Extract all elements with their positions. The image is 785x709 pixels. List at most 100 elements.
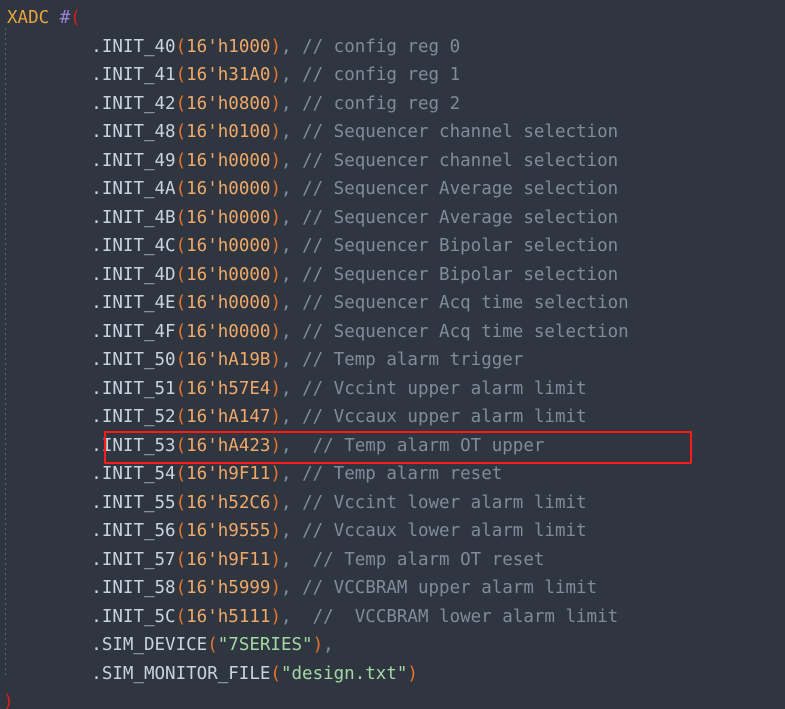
close-paren: ) — [270, 464, 281, 484]
parameter-name: .INIT_51 — [91, 378, 176, 399]
numeric-literal: 16'h0800 — [186, 93, 271, 114]
numeric-literal: 16'h0000 — [186, 264, 271, 285]
code-line: .INIT_49(16'h0000), // Sequencer channel… — [0, 147, 785, 176]
spacing — [292, 65, 303, 85]
parameter-name: .INIT_5C — [91, 606, 176, 627]
code-line: .INIT_58(16'h5999), // VCCBRAM upper ala… — [0, 574, 785, 603]
code-line: .INIT_4E(16'h0000), // Sequencer Acq tim… — [0, 289, 785, 318]
spacing — [292, 208, 303, 228]
numeric-literal: 16'h57E4 — [186, 378, 271, 399]
comma: , — [280, 378, 292, 399]
comment: // VCCBRAM upper alarm limit — [302, 578, 598, 598]
parameter-name: .INIT_52 — [91, 407, 176, 427]
comment: // config reg 2 — [302, 93, 461, 114]
comma: , — [323, 635, 334, 655]
code-line: .INIT_42(16'h0800), // config reg 2 — [0, 90, 785, 119]
comment: // Vccaux lower alarm limit — [302, 521, 587, 541]
spacing — [292, 607, 313, 627]
numeric-literal: 16'h9555 — [186, 521, 271, 541]
open-paren: ( — [175, 65, 187, 85]
parameter-name: .INIT_48 — [91, 122, 176, 142]
spacing — [292, 550, 313, 570]
comma: , — [280, 122, 292, 142]
numeric-literal: 16'h5111 — [186, 606, 271, 627]
open-paren: ( — [175, 492, 187, 513]
close-paren: ) — [270, 321, 281, 342]
close-paren: ) — [270, 407, 281, 427]
close-paren: ) — [270, 150, 281, 171]
spacing — [292, 293, 303, 313]
code-line: .INIT_48(16'h0100), // Sequencer channel… — [0, 118, 785, 147]
spacing — [292, 521, 303, 541]
close-paren: ) — [270, 264, 281, 285]
code-line: .INIT_4A(16'h0000), // Sequencer Average… — [0, 175, 785, 204]
code-line: .INIT_40(16'h1000), // config reg 0 — [0, 33, 785, 62]
parameter-name: .INIT_58 — [91, 578, 176, 598]
spacing — [292, 265, 303, 285]
close-paren: ) — [270, 578, 281, 598]
comma: , — [280, 606, 292, 627]
comma: , — [280, 321, 292, 342]
code-line: .INIT_57(16'h9F11), // Temp alarm OT res… — [0, 546, 785, 575]
comment: // Sequencer Average selection — [302, 179, 619, 199]
open-paren: ( — [175, 350, 187, 370]
code-editor[interactable]: XADC #( .INIT_40(16'h1000), // config re… — [0, 0, 785, 709]
open-paren: ( — [175, 293, 187, 313]
comment: // Vccaux upper alarm limit — [302, 407, 587, 427]
parameter-name: .SIM_MONITOR_FILE — [91, 663, 271, 684]
comma: , — [280, 150, 292, 171]
close-paren: ) — [270, 521, 281, 541]
open-paren: ( — [175, 606, 187, 627]
numeric-literal: 16'h5999 — [186, 578, 271, 598]
parameter-name: .INIT_4A — [91, 179, 176, 199]
open-paren: ( — [270, 663, 281, 684]
module-name: XADC — [7, 8, 50, 28]
comma: , — [280, 407, 292, 427]
parameter-name: .INIT_57 — [91, 549, 176, 570]
close-paren: ) — [270, 207, 281, 228]
open-paren: ( — [175, 578, 187, 598]
parameter-name: .INIT_4B — [91, 207, 176, 228]
open-paren: ( — [175, 122, 187, 142]
comment: // Temp alarm reset — [302, 464, 503, 484]
parameter-name: .INIT_4E — [91, 293, 176, 313]
string-literal: "7SERIES" — [217, 635, 313, 655]
numeric-literal: 16'h9F11 — [186, 549, 271, 570]
close-paren: ) — [270, 350, 281, 370]
comment: // Vccint upper alarm limit — [302, 378, 587, 399]
open-paren-token: ( — [70, 8, 81, 28]
code-line: .SIM_DEVICE("7SERIES"), — [0, 631, 785, 660]
open-paren: ( — [175, 236, 187, 256]
spacing — [292, 179, 303, 199]
spacing — [292, 436, 313, 456]
comma: , — [280, 179, 292, 199]
numeric-literal: 16'hA423 — [186, 435, 271, 456]
comment: // config reg 1 — [302, 65, 461, 85]
code-line: .INIT_53(16'hA423), // Temp alarm OT upp… — [0, 432, 785, 461]
code-line: .INIT_4C(16'h0000), // Sequencer Bipolar… — [0, 232, 785, 261]
numeric-literal: 16'hA19B — [186, 350, 271, 370]
comment: // Sequencer Bipolar selection — [302, 236, 619, 256]
comment: // Sequencer Bipolar selection — [302, 264, 619, 285]
parameter-name: .INIT_4D — [91, 264, 176, 285]
spacing — [292, 379, 303, 399]
parameter-name: .INIT_50 — [91, 350, 176, 370]
comma: , — [280, 36, 292, 57]
numeric-literal: 16'h0000 — [186, 236, 271, 256]
parameter-name: .INIT_40 — [91, 36, 176, 57]
parameter-name: .INIT_49 — [91, 150, 176, 171]
spacing — [292, 464, 303, 484]
comma: , — [280, 293, 292, 313]
string-literal: "design.txt" — [280, 663, 408, 684]
